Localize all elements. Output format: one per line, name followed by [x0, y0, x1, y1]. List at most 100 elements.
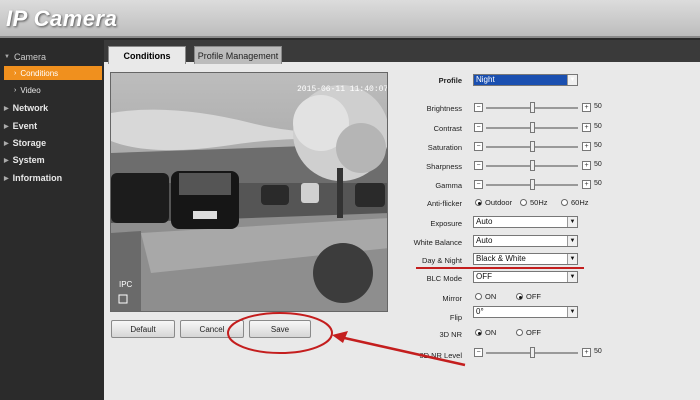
- brightness-value: 50: [594, 103, 602, 110]
- sharpness-value: 50: [594, 161, 602, 168]
- 3d-nr-level-slider[interactable]: − + 50: [474, 347, 602, 358]
- radio-label: OFF: [526, 292, 541, 301]
- app-title: IP Camera: [6, 6, 118, 31]
- radio-selected-icon: [516, 293, 523, 300]
- white-balance-select[interactable]: Auto ▼: [473, 235, 578, 247]
- blc-mode-value: OFF: [476, 272, 492, 281]
- 3d-nr-label: 3D NR: [439, 330, 462, 339]
- 3d-nr-on-radio[interactable]: ON: [475, 328, 496, 337]
- contrast-value: 50: [594, 123, 602, 130]
- chevron-down-icon: ▼: [567, 236, 577, 246]
- white-balance-value: Auto: [476, 236, 493, 245]
- radio-unselected-icon: [520, 199, 527, 206]
- sidebar-item-video[interactable]: › Video: [4, 83, 102, 97]
- increase-icon[interactable]: +: [582, 161, 591, 170]
- radio-label: 60Hz: [571, 198, 589, 207]
- chevron-down-icon: ▼: [567, 75, 577, 85]
- chevron-down-icon: ▼: [567, 272, 577, 282]
- decrease-icon[interactable]: −: [474, 161, 483, 170]
- sidebar-item-label: Video: [20, 85, 41, 95]
- sidebar: ▼ Camera › Conditions › Video ▶ Network …: [0, 40, 104, 400]
- flip-value: 0°: [476, 307, 484, 316]
- sidebar-item-network[interactable]: ▶ Network: [4, 103, 48, 113]
- antiflicker-label: Anti-flicker: [426, 199, 462, 208]
- sidebar-item-label: Storage: [12, 138, 47, 148]
- sidebar-item-conditions[interactable]: › Conditions: [4, 66, 102, 80]
- chevron-down-icon: ▼: [567, 217, 577, 227]
- slider-thumb[interactable]: [530, 179, 535, 190]
- gamma-value: 50: [594, 180, 602, 187]
- mirror-on-radio[interactable]: ON: [475, 292, 496, 301]
- sidebar-item-label: Event: [12, 121, 38, 131]
- caret-right-icon: ▶: [4, 123, 9, 130]
- decrease-icon[interactable]: −: [474, 123, 483, 132]
- sidebar-item-information[interactable]: ▶ Information: [4, 173, 62, 183]
- white-balance-label: White Balance: [413, 238, 462, 247]
- cancel-button[interactable]: Cancel: [180, 320, 244, 338]
- increase-icon[interactable]: +: [582, 142, 591, 151]
- exposure-label: Exposure: [430, 219, 462, 228]
- flip-select[interactable]: 0° ▼: [473, 306, 578, 318]
- app-header: IP Camera: [0, 0, 700, 38]
- brightness-slider[interactable]: − + 50: [474, 102, 602, 113]
- 3d-nr-off-radio[interactable]: OFF: [516, 328, 541, 337]
- gamma-slider[interactable]: − + 50: [474, 179, 602, 190]
- slider-thumb[interactable]: [530, 141, 535, 152]
- sidebar-item-storage[interactable]: ▶ Storage: [4, 138, 46, 148]
- radio-unselected-icon: [516, 329, 523, 336]
- sidebar-item-camera[interactable]: ▼ Camera: [4, 52, 46, 62]
- sidebar-item-label: Conditions: [20, 68, 59, 78]
- camera-image: 2015-06-11 11:40:07 IPC: [111, 73, 388, 311]
- chevron-right-icon: ›: [14, 86, 17, 94]
- default-button[interactable]: Default: [111, 320, 175, 338]
- brightness-label: Brightness: [426, 104, 462, 113]
- increase-icon[interactable]: +: [582, 103, 591, 112]
- sidebar-item-label: System: [12, 155, 45, 165]
- profile-value: Night: [476, 75, 495, 84]
- chevron-right-icon: ›: [14, 69, 17, 77]
- profile-label: Profile: [438, 76, 462, 85]
- caret-right-icon: ▶: [4, 157, 9, 164]
- caret-right-icon: ▶: [4, 105, 9, 112]
- exposure-select[interactable]: Auto ▼: [473, 216, 578, 228]
- video-timestamp: 2015-06-11 11:40:07: [297, 85, 388, 94]
- antiflicker-60hz-radio[interactable]: 60Hz: [561, 198, 589, 207]
- antiflicker-outdoor-radio[interactable]: Outdoor: [475, 198, 512, 207]
- mirror-off-radio[interactable]: OFF: [516, 292, 541, 301]
- day-night-select[interactable]: Black & White ▼: [473, 253, 578, 265]
- saturation-slider[interactable]: − + 50: [474, 141, 602, 152]
- decrease-icon[interactable]: −: [474, 142, 483, 151]
- radio-label: OFF: [526, 328, 541, 337]
- save-button[interactable]: Save: [249, 320, 311, 338]
- sharpness-label: Sharpness: [426, 162, 462, 171]
- slider-thumb[interactable]: [530, 160, 535, 171]
- radio-label: ON: [485, 328, 497, 337]
- sidebar-item-system[interactable]: ▶ System: [4, 155, 45, 165]
- saturation-value: 50: [594, 142, 602, 149]
- contrast-slider[interactable]: − + 50: [474, 122, 602, 133]
- radio-unselected-icon: [475, 293, 482, 300]
- decrease-icon[interactable]: −: [474, 103, 483, 112]
- radio-unselected-icon: [561, 199, 568, 206]
- tab-conditions[interactable]: Conditions: [108, 46, 186, 64]
- caret-right-icon: ▶: [4, 140, 9, 147]
- tab-profile-management[interactable]: Profile Management: [194, 46, 282, 64]
- 3d-nr-level-value: 50: [594, 348, 602, 355]
- sidebar-item-event[interactable]: ▶ Event: [4, 121, 37, 131]
- day-night-value: Black & White: [476, 254, 526, 263]
- increase-icon[interactable]: +: [582, 180, 591, 189]
- increase-icon[interactable]: +: [582, 123, 591, 132]
- decrease-icon[interactable]: −: [474, 180, 483, 189]
- increase-icon[interactable]: +: [582, 348, 591, 357]
- decrease-icon[interactable]: −: [474, 348, 483, 357]
- slider-thumb[interactable]: [530, 347, 535, 358]
- antiflicker-50hz-radio[interactable]: 50Hz: [520, 198, 548, 207]
- slider-thumb[interactable]: [530, 102, 535, 113]
- profile-select[interactable]: Night ▼: [473, 74, 578, 86]
- sidebar-item-label: Network: [12, 103, 49, 113]
- sharpness-slider[interactable]: − + 50: [474, 160, 602, 171]
- blc-mode-label: BLC Mode: [426, 274, 462, 283]
- slider-thumb[interactable]: [530, 122, 535, 133]
- blc-mode-select[interactable]: OFF ▼: [473, 271, 578, 283]
- exposure-value: Auto: [476, 217, 493, 226]
